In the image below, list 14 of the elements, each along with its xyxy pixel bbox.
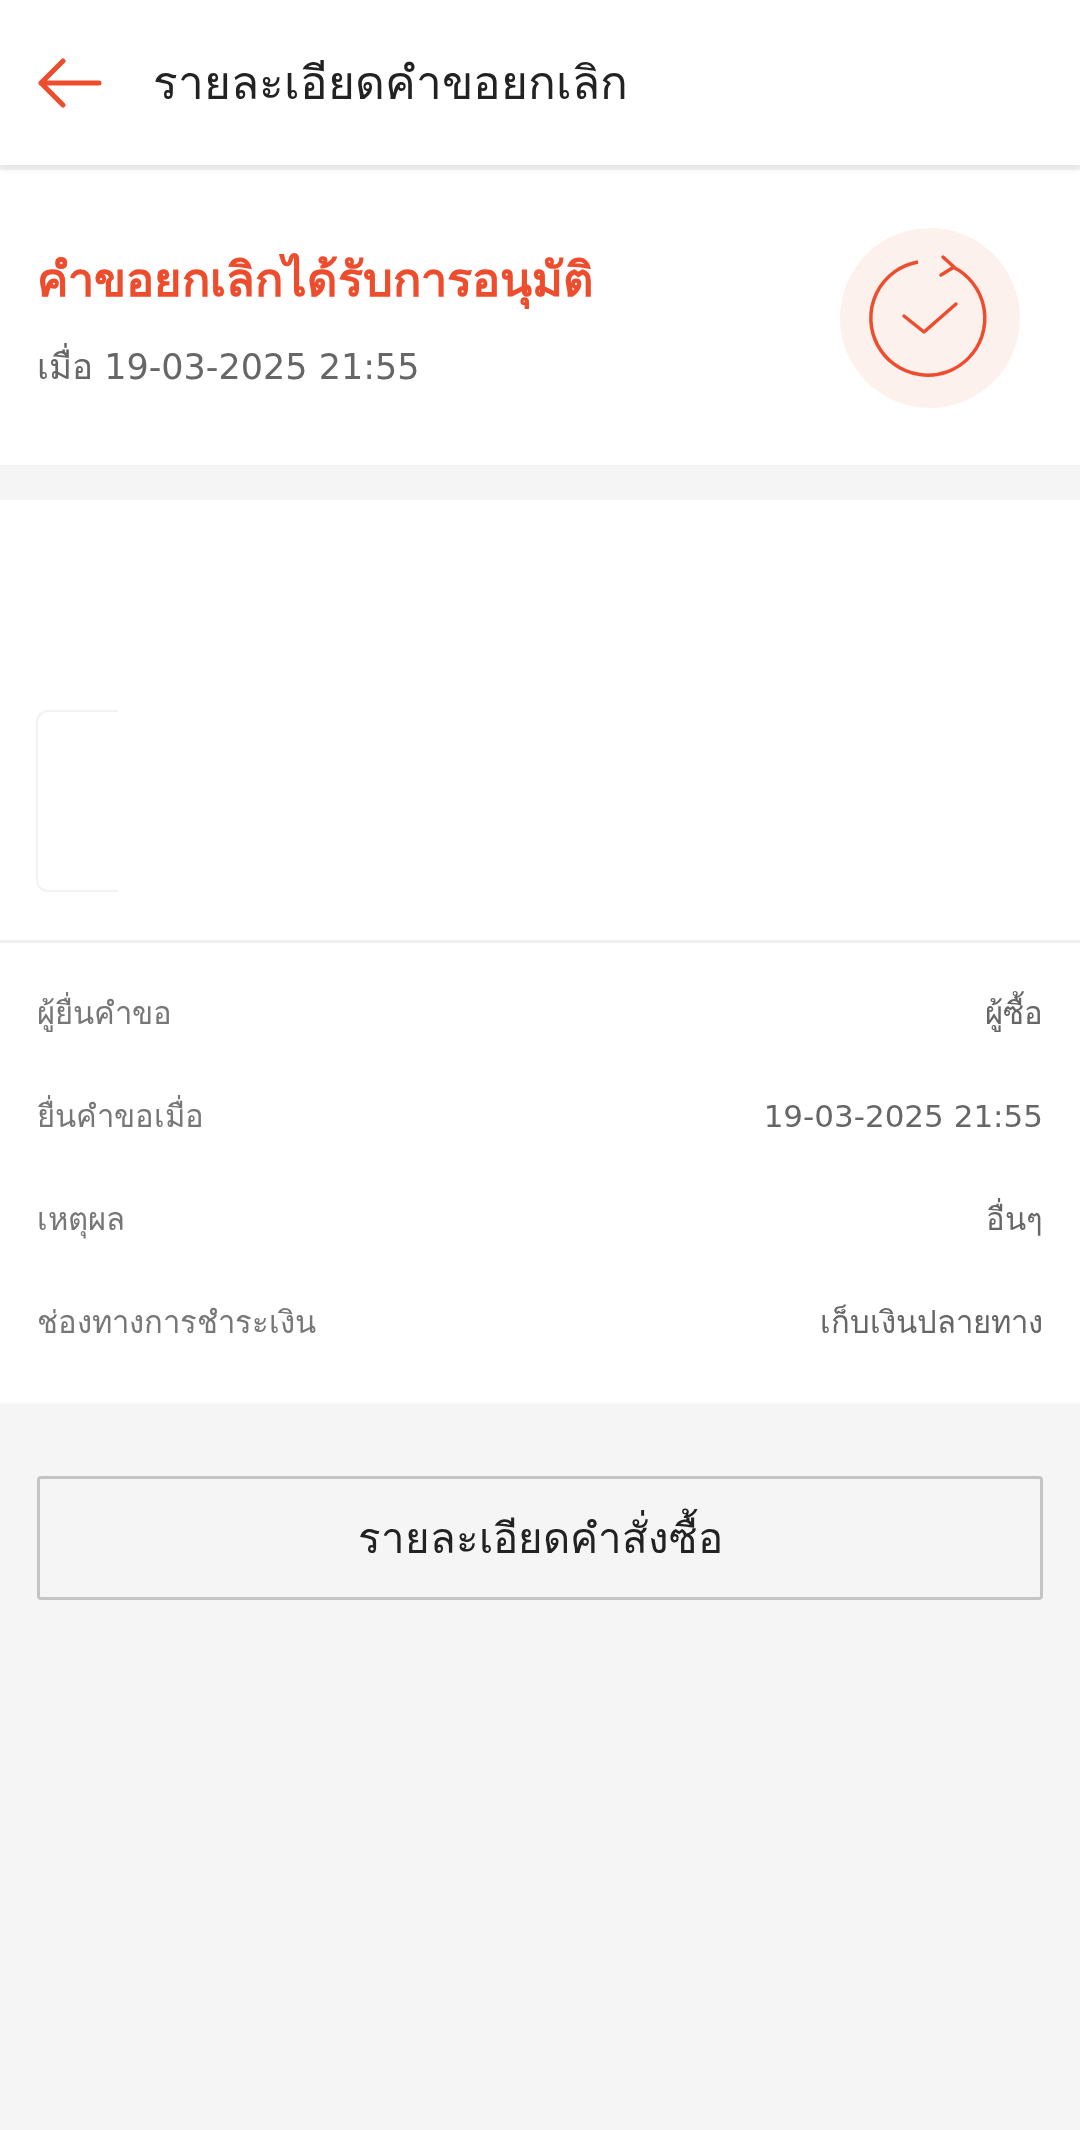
order-details-button[interactable]: รายละเอียดคำสั่งซื้อ bbox=[37, 1476, 1043, 1600]
page-title: รายละเอียดคำขอยกเลิก bbox=[153, 55, 628, 112]
detail-label: ยื่นคำขอเมื่อ bbox=[37, 1094, 204, 1136]
detail-value: อื่นๆ bbox=[986, 1197, 1043, 1239]
detail-value: 19-03-2025 21:55 bbox=[763, 1097, 1043, 1134]
detail-label: ช่องทางการชำระเงิน bbox=[37, 1302, 316, 1342]
back-icon[interactable] bbox=[37, 57, 103, 108]
approved-check-icon bbox=[840, 227, 1020, 408]
detail-label: ผู้ยื่นคำขอ bbox=[37, 991, 172, 1034]
detail-value: เก็บเงินปลายทาง bbox=[820, 1302, 1043, 1342]
detail-value: ผู้ซื้อ bbox=[985, 987, 1043, 1038]
detail-label: เหตุผล bbox=[37, 1199, 125, 1241]
status-time: เมื่อ 19-03-2025 21:55 bbox=[37, 338, 594, 394]
status-title: คำขอยกเลิกได้รับการอนุมัติ bbox=[37, 250, 594, 311]
